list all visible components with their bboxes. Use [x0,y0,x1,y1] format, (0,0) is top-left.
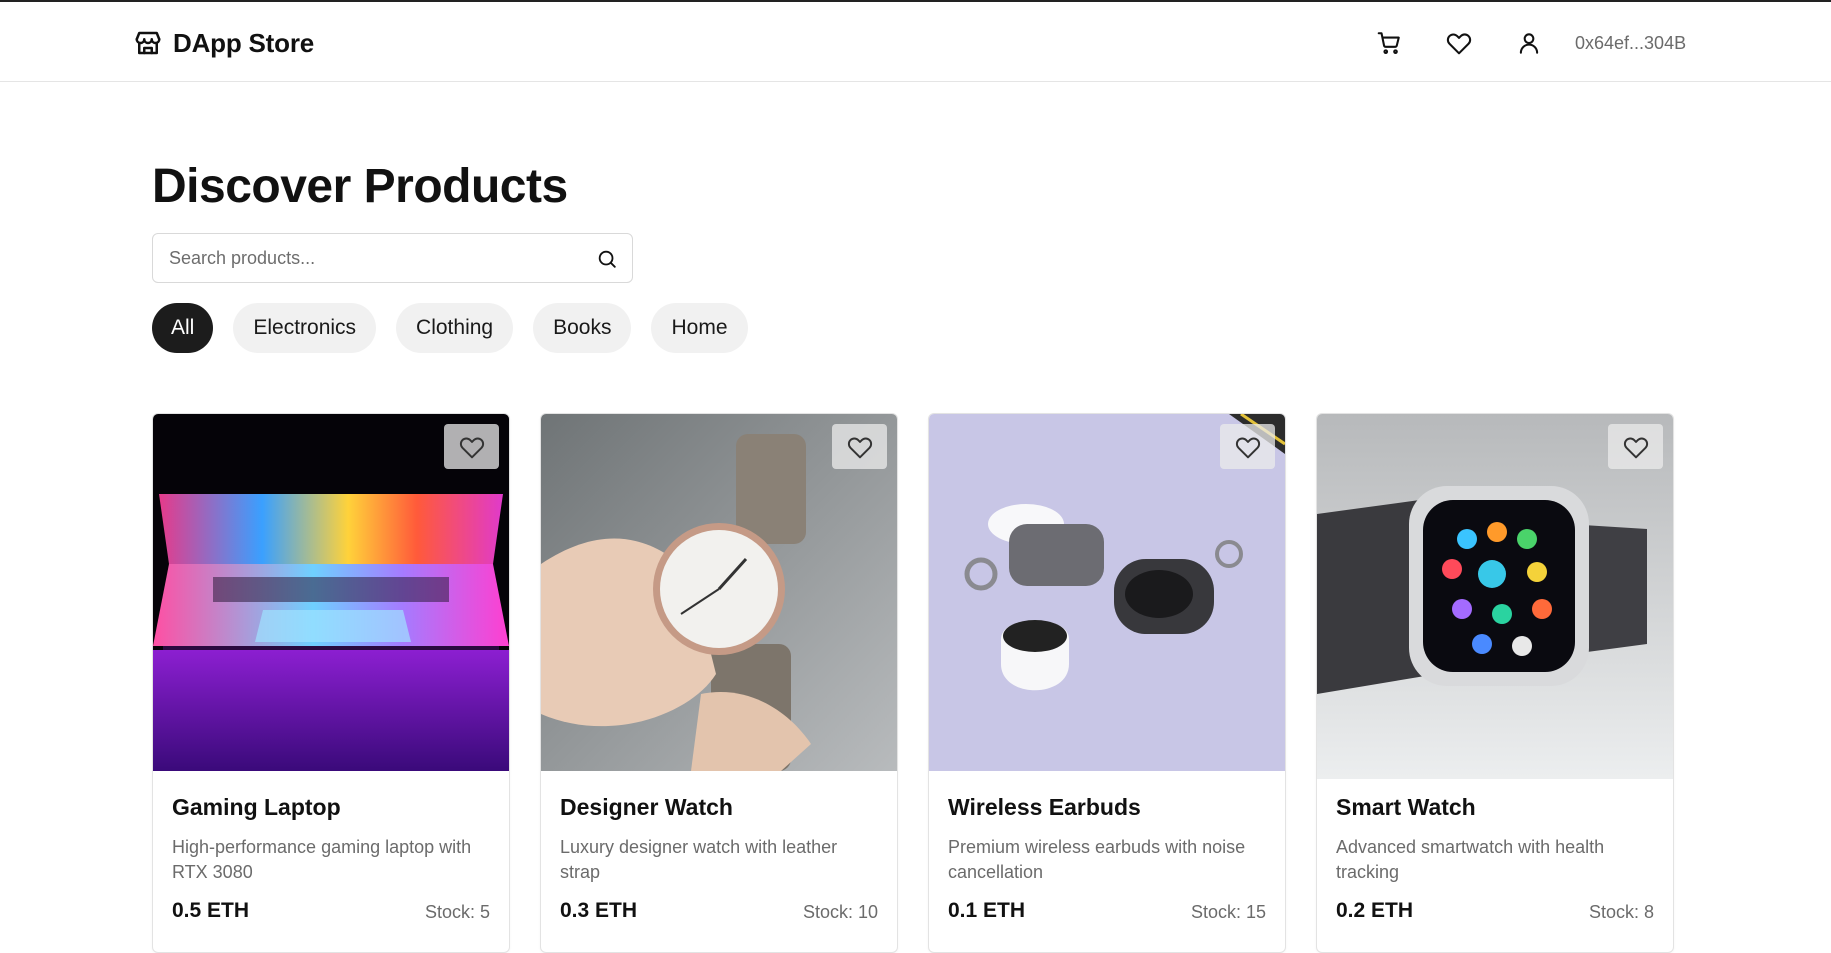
product-card[interactable]: Gaming Laptop High-performance gaming la… [152,413,510,953]
favorite-button[interactable] [1608,424,1663,469]
category-chip-home[interactable]: Home [651,303,748,353]
search-icon[interactable] [596,248,618,270]
brand-name: DApp Store [173,27,315,58]
category-chip-all[interactable]: All [152,303,214,353]
search-box [152,233,633,283]
product-price: 0.2 ETH [1336,899,1414,922]
favorite-button[interactable] [832,424,887,469]
product-description: High-performance gaming laptop with RTX … [172,837,472,882]
category-chip-electronics[interactable]: Electronics [233,303,377,353]
wallet-address[interactable]: 0x64ef...304B [1575,33,1686,54]
category-filters: All Electronics Clothing Books Home [152,303,748,353]
favorite-button[interactable] [1220,424,1275,469]
product-card[interactable]: Smart Watch Advanced smartwatch with hea… [1316,413,1674,953]
search-input[interactable] [153,234,589,282]
product-stock: Stock: 5 [424,902,490,922]
top-nav: DApp Store 0x64ef...304B [0,2,1831,82]
product-stock: Stock: 8 [1588,902,1654,922]
product-name: Wireless Earbuds [948,794,1141,820]
favorite-button[interactable] [444,424,499,469]
product-price: 0.1 ETH [948,899,1026,922]
product-stock: Stock: 15 [1190,902,1266,922]
product-stock: Stock: 10 [802,902,878,922]
heart-icon[interactable] [1444,28,1474,58]
user-icon[interactable] [1514,28,1544,58]
brand-link[interactable]: DApp Store [133,26,314,60]
product-price: 0.3 ETH [560,899,638,922]
cart-icon[interactable] [1374,28,1404,58]
product-card[interactable]: Designer Watch Luxury designer watch wit… [540,413,898,953]
store-icon [133,28,163,58]
product-name: Smart Watch [1336,794,1476,820]
category-chip-books[interactable]: Books [533,303,632,353]
product-price: 0.5 ETH [172,899,250,922]
product-name: Gaming Laptop [172,794,341,820]
product-description: Premium wireless earbuds with noise canc… [948,837,1246,882]
product-description: Advanced smartwatch with health tracking [1336,837,1605,882]
product-name: Designer Watch [560,794,733,820]
product-description: Luxury designer watch with leather strap [560,837,838,882]
page-title: Discover Products [152,160,568,213]
product-card[interactable]: Wireless Earbuds Premium wireless earbud… [928,413,1286,953]
category-chip-clothing[interactable]: Clothing [396,303,514,353]
